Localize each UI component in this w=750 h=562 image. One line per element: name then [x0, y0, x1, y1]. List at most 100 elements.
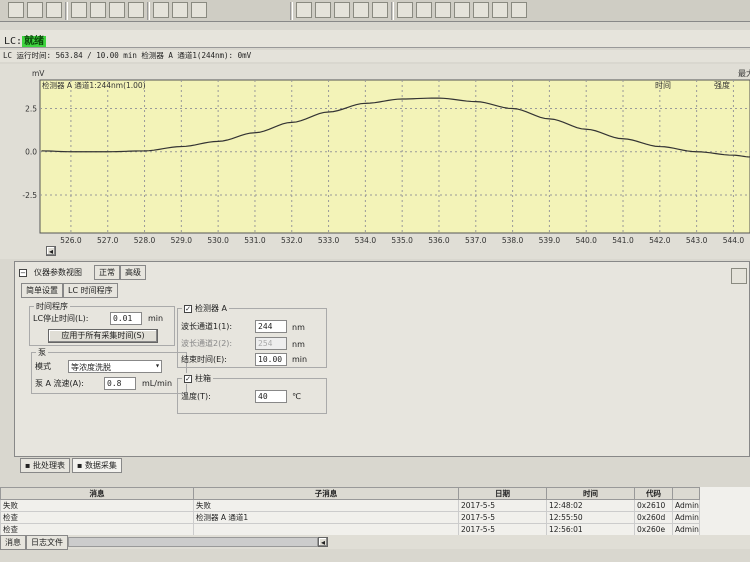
lc-status: LC: 就绪 — [0, 30, 750, 48]
nm-unit: nm — [292, 340, 305, 349]
table-cell: Admin — [672, 523, 700, 536]
group-title: 检测器 A — [195, 304, 228, 313]
peak-table-header: 强度 — [714, 80, 730, 90]
wl1-label: 波长通道1(1): — [181, 322, 233, 331]
tab-label: 批处理表 — [32, 461, 65, 470]
wl2-label: 波长通道2(2): — [181, 339, 233, 348]
x-tick-label: 528.0 — [134, 236, 156, 245]
mode-label: 模式 — [35, 362, 51, 371]
table-cell: 检测器 A 通道1 — [193, 511, 459, 524]
message-tabs: 消息 日志文件 ◂ — [0, 534, 750, 550]
bottom-tabs: ▪ 批处理表 ▪ 数据采集 — [20, 458, 122, 473]
collapse-icon[interactable]: − — [19, 268, 27, 277]
x-tick-label: 538.0 — [502, 236, 524, 245]
table-cell: 0x2610 — [634, 499, 673, 512]
detector-icon[interactable] — [353, 2, 369, 18]
table-cell: 0x260d — [634, 511, 673, 524]
tab-data-acquisition[interactable]: ▪ 数据采集 — [71, 458, 122, 473]
column-oven-icon[interactable] — [334, 2, 350, 18]
toolbar-icon[interactable] — [46, 2, 62, 18]
end-time-input[interactable]: 10.00 — [255, 353, 287, 366]
oven-group: ✓ 柱箱 温度(T): 40 ℃ — [177, 373, 327, 414]
wl1-input[interactable]: 244 — [255, 320, 287, 333]
toolbar-icon[interactable] — [153, 2, 169, 18]
tab-normal[interactable]: 正常 — [94, 265, 120, 280]
status-prefix: LC: — [4, 36, 23, 47]
tab-simple-settings[interactable]: 简单设置 — [21, 283, 63, 298]
toolbar-icon[interactable] — [473, 2, 489, 18]
toolbar-icon[interactable] — [435, 2, 451, 18]
x-tick-label: 544.0 — [723, 236, 745, 245]
table-cell: 12:56:01 — [546, 523, 635, 536]
table-row[interactable]: 检查 检测器 A 通道1 2017-5-5 12:55:50 0x260d Admin — [0, 511, 700, 524]
plot-area — [39, 79, 750, 234]
horizontal-scrollbar[interactable] — [68, 537, 318, 547]
stop-icon[interactable] — [372, 2, 388, 18]
toolbar-icon[interactable] — [90, 2, 106, 18]
toolbar-icon[interactable] — [191, 2, 207, 18]
toolbar-icon[interactable] — [397, 2, 413, 18]
toolbar-icon[interactable] — [172, 2, 188, 18]
toolbar-icon[interactable] — [27, 2, 43, 18]
col-user[interactable] — [672, 487, 700, 500]
trace-label: 检测器 A 通道1:244nm(1.00) — [42, 80, 146, 90]
detector-checkbox[interactable]: ✓ — [184, 305, 192, 313]
toolbar-icon[interactable] — [511, 2, 527, 18]
col-date[interactable]: 日期 — [458, 487, 547, 500]
col-code[interactable]: 代码 — [634, 487, 673, 500]
chromatogram-icon[interactable] — [492, 2, 508, 18]
end-time-label: 结束时间(E): — [181, 355, 227, 364]
scroll-left-button[interactable]: ◂ — [318, 537, 328, 547]
col-time[interactable]: 时间 — [546, 487, 635, 500]
table-row[interactable]: 失败 失败 2017-5-5 12:48:02 0x2610 Admin — [0, 499, 700, 512]
toolbar-icon[interactable] — [128, 2, 144, 18]
y-tick-label: -2.5 — [22, 191, 37, 200]
table-cell: 失败 — [193, 499, 459, 512]
x-tick-label: 536.0 — [428, 236, 450, 245]
toolbar-icon[interactable] — [454, 2, 470, 18]
detector-group: ✓ 检测器 A 波长通道1(1): 244 nm 波长通道2(2): 254 nm… — [177, 303, 327, 368]
message-log: 消息 子消息 日期 时间 代码 失败 失败 2017-5-5 12:48:02 0x26… — [0, 487, 750, 536]
monitor-icon[interactable] — [296, 2, 312, 18]
table-row[interactable]: 检查 2017-5-5 12:56:01 0x260e Admin — [0, 523, 700, 536]
toolbar-icon[interactable] — [8, 2, 24, 18]
flow-input[interactable]: 0.8 — [104, 377, 136, 390]
chevron-down-icon[interactable]: ▾ — [155, 361, 160, 370]
table-cell: 12:48:02 — [546, 499, 635, 512]
x-tick-label: 526.0 — [60, 236, 82, 245]
tab-batch-table[interactable]: ▪ 批处理表 — [20, 458, 70, 473]
x-tick-label: 529.0 — [171, 236, 193, 245]
stop-time-input[interactable]: 0.01 — [110, 312, 142, 325]
separator — [65, 2, 68, 20]
tab-messages[interactable]: 消息 — [0, 534, 26, 550]
status-badge: 就绪 — [22, 36, 47, 47]
chromatogram-chart: 526.0 527.0 528.0 529.0 530.0 531.0 532.0 533.0… — [0, 64, 750, 259]
toolbar-icon[interactable] — [71, 2, 87, 18]
acquisition-icon: ▪ — [76, 461, 85, 470]
oven-checkbox[interactable]: ✓ — [184, 375, 192, 383]
flow-unit: mL/min — [142, 379, 173, 388]
apply-all-button[interactable]: 应用于所有采集时间(S) — [48, 329, 158, 343]
panel-tool-icon[interactable] — [731, 268, 747, 284]
bottles-icon[interactable] — [315, 2, 331, 18]
table-cell: 2017-5-5 — [458, 499, 547, 512]
toolbar-icon[interactable] — [416, 2, 432, 18]
toolbar-icon[interactable] — [109, 2, 125, 18]
x-tick-label: 530.0 — [207, 236, 229, 245]
col-message[interactable]: 消息 — [0, 487, 194, 500]
pump-group: 泵 模式 等浓度洗脱 ▾ 泵 A 流速(A): 0.8 mL/min — [31, 347, 187, 394]
tab-log-file[interactable]: 日志文件 — [26, 534, 68, 550]
mode-select[interactable]: 等浓度洗脱 ▾ — [68, 360, 162, 373]
tab-label: 数据采集 — [84, 461, 117, 470]
chart-svg: 526.0 527.0 528.0 529.0 530.0 531.0 532.0 533.0… — [22, 68, 750, 245]
message-table: 消息 子消息 日期 时间 代码 失败 失败 2017-5-5 12:48:02 0x26… — [0, 487, 700, 536]
table-cell: Admin — [672, 511, 700, 524]
scroll-left-button[interactable]: ◂ — [46, 246, 56, 256]
col-submessage[interactable]: 子消息 — [193, 487, 459, 500]
peak-table-header: 时间 — [655, 80, 671, 90]
tab-advanced[interactable]: 高级 — [120, 265, 146, 280]
oven-title: ✓ 柱箱 — [182, 373, 213, 384]
tab-lc-time-program[interactable]: LC 时间程序 — [63, 283, 118, 298]
x-tick-label: 537.0 — [465, 236, 487, 245]
temp-input[interactable]: 40 — [255, 390, 287, 403]
